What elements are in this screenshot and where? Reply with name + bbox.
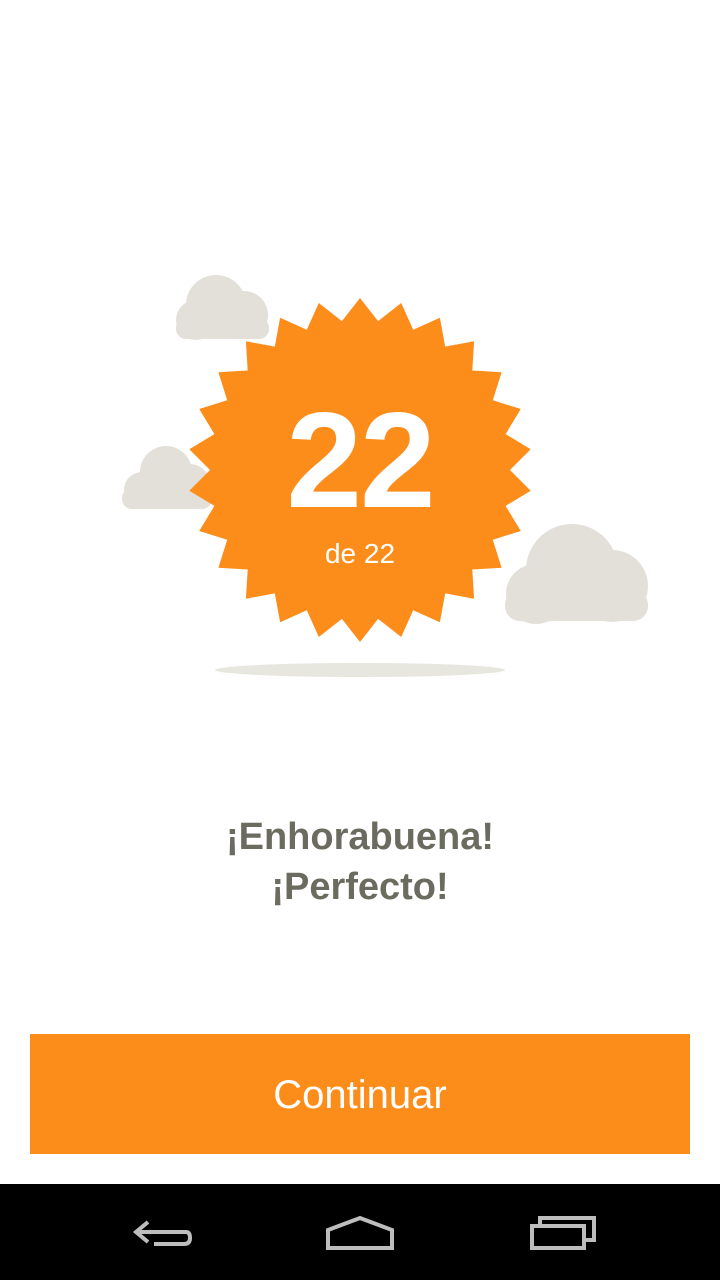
badge-shadow [215,663,505,677]
result-message: ¡Enhorabuena! ¡Perfecto! [0,812,720,912]
recent-apps-button[interactable] [512,1202,612,1262]
home-icon [326,1215,394,1250]
score-total: de 22 [324,538,396,569]
result-illustration [122,275,648,677]
cloud-icon [176,275,269,340]
back-button[interactable] [110,1202,210,1262]
score-value: 22 [286,384,435,536]
quiz-result-screen: 22 de 22 ¡Enhorabuena! ¡Perfecto! Contin… [0,0,720,1280]
recent-apps-icon [530,1216,596,1250]
back-icon [132,1220,193,1246]
cloud-icon [505,524,648,624]
home-button[interactable] [310,1202,410,1262]
system-navigation-bar [0,1184,720,1280]
perfect-text: ¡Perfecto! [271,866,449,908]
continue-button[interactable]: Continuar [30,1034,690,1154]
congrats-text: ¡Enhorabuena! [225,816,495,858]
